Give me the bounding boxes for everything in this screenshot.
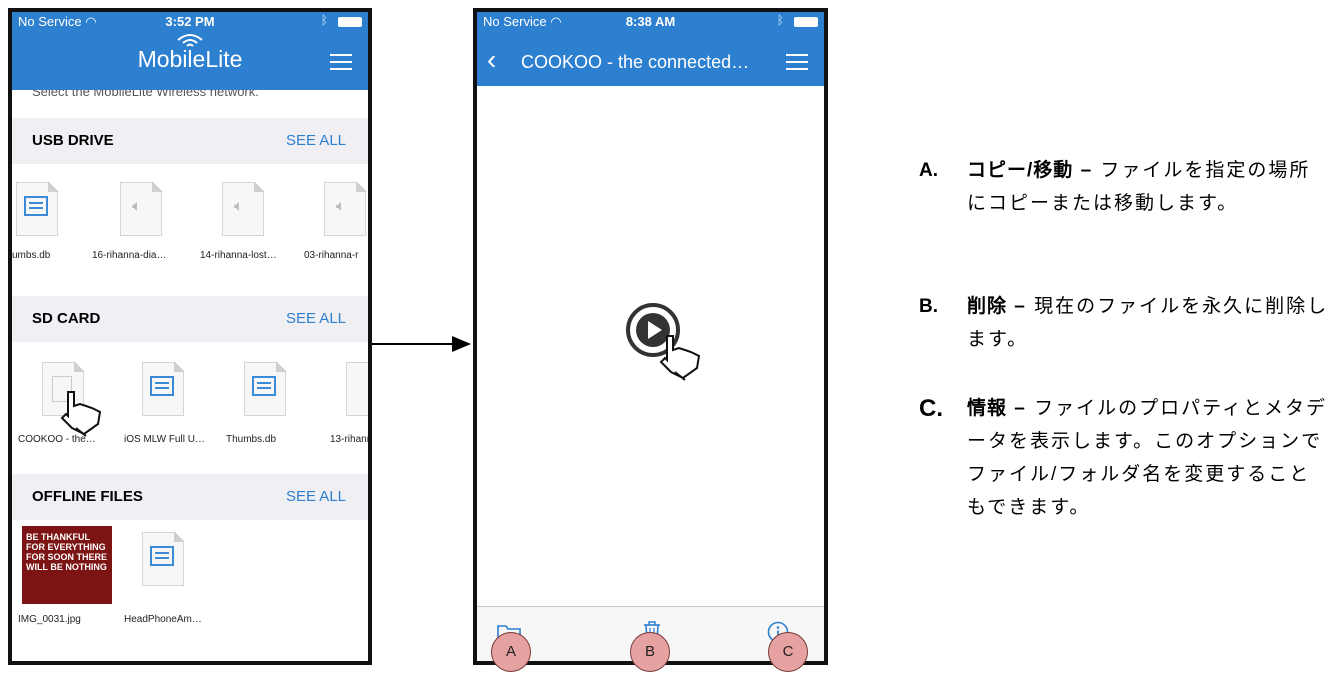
tap-hand-icon	[659, 335, 701, 381]
tap-hand-icon	[60, 391, 102, 437]
item-dash: –	[1014, 398, 1027, 419]
file-thumb-doc[interactable]	[142, 531, 185, 586]
section-header-offline: OFFLINE FILES SEE ALL	[12, 474, 368, 520]
file-name: 14-rihanna-lost…	[200, 250, 277, 261]
item-term: 削除	[967, 296, 1008, 317]
clock-label: 8:38 AM	[625, 14, 676, 29]
image-thumbnail[interactable]: BE THANKFUL FOR EVERYTHING FOR SOON THER…	[22, 526, 112, 604]
section-title: USB DRIVE	[32, 132, 114, 149]
clock-label: 3:52 PM	[165, 14, 215, 29]
file-name: iOS MLW Full U…	[124, 434, 205, 445]
description-item-b: B. 削除 – 現在のファイルを永久に削除します。	[919, 290, 1329, 356]
app-logo: MobileLite	[12, 34, 368, 73]
bluetooth-icon: ᛒ	[776, 13, 784, 27]
instruction-text: Select the MobileLite Wireless network.	[12, 90, 368, 104]
item-dash: –	[1014, 296, 1027, 317]
file-name: HeadPhoneAm…	[124, 614, 202, 625]
file-name: COOKOO - the…	[18, 434, 96, 445]
speaker-icon: 🔈︎	[336, 198, 346, 215]
see-all-sd-button[interactable]: SEE ALL	[286, 310, 346, 327]
section-header-sd: SD CARD SEE ALL	[12, 296, 368, 342]
speaker-icon: 🔈︎	[132, 198, 142, 215]
see-all-offline-button[interactable]: SEE ALL	[286, 488, 346, 505]
document-icon	[252, 376, 276, 396]
arrow-right-icon	[372, 336, 471, 352]
document-icon	[24, 196, 48, 216]
document-icon	[150, 376, 174, 396]
see-all-usb-button[interactable]: SEE ALL	[286, 132, 346, 149]
item-dash: –	[1080, 160, 1094, 181]
file-name: umbs.db	[12, 250, 51, 261]
phone-right-screen: No Service ◠ 8:38 AM ᛒ ‹ COOKOO - the co…	[473, 8, 828, 665]
item-term: コピー/移動	[967, 160, 1074, 181]
file-thumb-doc[interactable]	[16, 181, 59, 236]
description-item-a: A. コピー/移動 – ファイルを指定の場所にコピーまたは移動します。	[919, 154, 1329, 220]
battery-icon	[794, 17, 818, 27]
status-bar: No Service ◠ 3:52 PM ᛒ	[12, 12, 368, 32]
viewer-header: ‹ COOKOO - the connected…	[477, 32, 824, 86]
wifi-logo-icon	[177, 34, 203, 47]
speaker-icon: 🔈︎	[234, 198, 244, 215]
file-thumb-doc[interactable]	[142, 361, 185, 416]
file-thumb-audio[interactable]: 🔈︎	[120, 181, 163, 236]
app-brand-text: MobileLite	[137, 46, 243, 72]
file-name: 16-rihanna-dia…	[92, 250, 167, 261]
back-chevron-icon[interactable]: ‹	[487, 46, 496, 74]
battery-icon	[338, 17, 362, 27]
section-header-usb: USB DRIVE SEE ALL	[12, 118, 368, 164]
bluetooth-icon: ᛒ	[320, 13, 328, 27]
callout-c: C	[768, 632, 808, 672]
app-header: MobileLite	[12, 32, 368, 90]
file-name: 13-rihann	[330, 434, 372, 445]
file-thumb-audio[interactable]	[346, 362, 368, 416]
item-letter: A.	[919, 160, 938, 181]
item-term: 情報	[967, 398, 1008, 419]
callout-b: B	[630, 632, 670, 672]
description-item-c: C. 情報 – ファイルのプロパティとメタデータを表示します。このオプションでフ…	[919, 392, 1329, 524]
item-letter: B.	[919, 296, 938, 317]
file-thumb-doc[interactable]	[244, 361, 287, 416]
callout-a: A	[491, 632, 531, 672]
status-bar: No Service ◠ 8:38 AM ᛒ	[477, 12, 824, 32]
document-icon	[150, 546, 174, 566]
file-name: 03-rihanna-r	[304, 250, 359, 261]
phone-left-screen: No Service ◠ 3:52 PM ᛒ MobileLite Select…	[8, 8, 372, 665]
menu-icon[interactable]	[786, 54, 808, 70]
menu-icon[interactable]	[330, 54, 352, 70]
file-name: IMG_0031.jpg	[18, 614, 81, 625]
file-thumb-audio[interactable]: 🔈︎	[324, 181, 367, 236]
section-title: OFFLINE FILES	[32, 488, 143, 505]
viewer-title: COOKOO - the connected…	[521, 52, 750, 72]
section-title: SD CARD	[32, 310, 101, 327]
file-thumb-audio[interactable]: 🔈︎	[222, 181, 265, 236]
file-name: Thumbs.db	[226, 434, 277, 445]
item-letter: C.	[919, 395, 943, 422]
